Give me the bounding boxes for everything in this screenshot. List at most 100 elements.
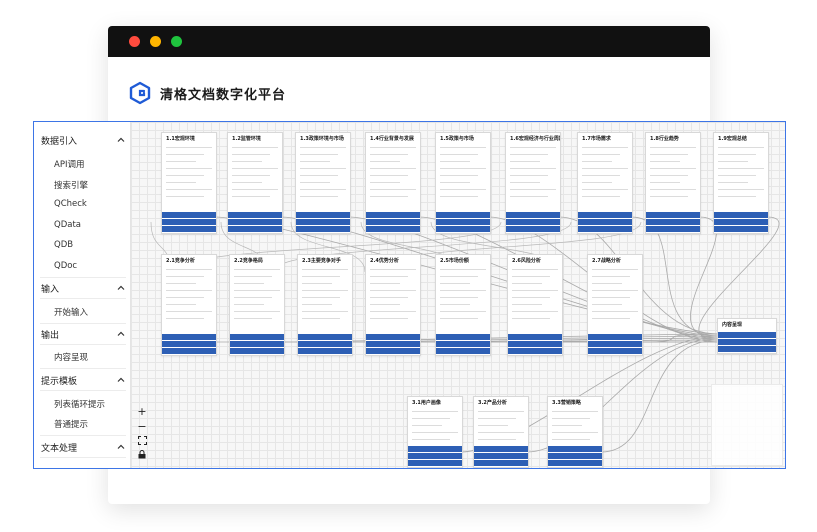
node-port-bar[interactable] [408,446,462,452]
node-port-bar[interactable] [508,348,562,354]
workflow-node[interactable]: 1.6宏观经济与行业周期与市场环境 [505,132,561,234]
workflow-node[interactable]: 1.1宏观环境 [161,132,217,234]
minimize-window-button[interactable] [150,36,161,47]
workflow-node[interactable]: 1.2监管环境 [227,132,283,234]
node-port-bar[interactable] [230,341,284,347]
node-port-bar[interactable] [588,334,642,340]
node-port-bar[interactable] [474,446,528,452]
maximize-window-button[interactable] [171,36,182,47]
node-port-bar[interactable] [228,226,282,232]
node-port-bar[interactable] [296,226,350,232]
workflow-node[interactable]: 2.3主要竞争对手 [297,254,353,356]
node-port-bar[interactable] [228,212,282,218]
node-port-bar[interactable] [162,341,216,347]
sidebar-item-search-engine[interactable]: 搜索引擎 [54,179,88,191]
node-port-bar[interactable] [436,348,490,354]
close-window-button[interactable] [129,36,140,47]
sidebar-section-data-import[interactable]: 数据引入 [41,132,125,148]
node-port-bar[interactable] [366,219,420,225]
sidebar-item-qdoc[interactable]: QDoc [54,261,77,271]
node-port-bar[interactable] [436,219,490,225]
node-port-bar[interactable] [436,212,490,218]
sidebar-section-input[interactable]: 输入 [41,280,125,296]
node-port-bar[interactable] [366,226,420,232]
workflow-node[interactable]: 3.3营销策略 [547,396,603,468]
node-port-bar[interactable] [436,226,490,232]
node-port-bar[interactable] [646,226,700,232]
workflow-node[interactable]: 1.3政策环境与市场 [295,132,351,234]
node-port-bar[interactable] [474,453,528,459]
node-port-bar[interactable] [230,334,284,340]
sidebar-section-output[interactable]: 输出 [41,326,125,342]
node-port-bar[interactable] [508,341,562,347]
workflow-node[interactable]: 2.2竞争格局 [229,254,285,356]
workflow-node[interactable]: 1.7市场需求 [577,132,633,234]
node-port-bar[interactable] [366,348,420,354]
workflow-node[interactable]: 2.5市场份额 [435,254,491,356]
sidebar-item-qdata[interactable]: QData [54,220,81,230]
node-port-bar[interactable] [298,334,352,340]
workflow-node[interactable]: 2.6风险分析 [507,254,563,356]
node-port-bar[interactable] [506,226,560,232]
workflow-node[interactable]: 1.4行业背景与发展 [365,132,421,234]
node-port-bar[interactable] [548,446,602,452]
node-port-bar[interactable] [548,453,602,459]
node-port-bar[interactable] [296,212,350,218]
node-port-bar[interactable] [162,219,216,225]
sidebar-item-qdb[interactable]: QDB [54,240,73,250]
node-port-bar[interactable] [646,219,700,225]
node-port-bar[interactable] [366,212,420,218]
node-port-bar[interactable] [508,334,562,340]
sidebar-item-api[interactable]: API调用 [54,158,84,170]
node-port-bar[interactable] [162,334,216,340]
node-port-bar[interactable] [296,219,350,225]
sidebar-item-normal-prompt[interactable]: 普通提示 [54,418,88,430]
workflow-node[interactable]: 2.7战略分析 [587,254,643,356]
zoom-out-button[interactable]: − [135,420,149,434]
node-port-bar[interactable] [366,334,420,340]
node-port-bar[interactable] [230,348,284,354]
sidebar-item-list-loop-prompt[interactable]: 列表循环提示 [54,398,105,410]
node-port-bar[interactable] [578,226,632,232]
node-port-bar[interactable] [548,460,602,466]
node-port-bar[interactable] [162,226,216,232]
node-port-bar[interactable] [718,346,776,352]
node-port-bar[interactable] [436,334,490,340]
sidebar-item-start-input[interactable]: 开始输入 [54,306,88,318]
node-port-bar[interactable] [714,226,768,232]
output-node[interactable]: 内容呈现 [717,318,777,354]
node-port-bar[interactable] [298,348,352,354]
node-port-bar[interactable] [366,341,420,347]
sidebar-section-text-processing[interactable]: 文本处理 [41,439,125,455]
workflow-canvas[interactable]: 1.1宏观环境 1.2监管环境 1.3政策环境与市场 1.4行业背景与发展 1.5政策与… [131,122,785,468]
workflow-node[interactable]: 1.5政策与市场 [435,132,491,234]
node-port-bar[interactable] [474,460,528,466]
zoom-in-button[interactable]: + [135,405,149,419]
node-port-bar[interactable] [408,453,462,459]
node-port-bar[interactable] [162,212,216,218]
workflow-node[interactable]: 3.2产品分析 [473,396,529,468]
workflow-node[interactable]: 1.8行业趋势 [645,132,701,234]
node-port-bar[interactable] [228,219,282,225]
node-port-bar[interactable] [506,219,560,225]
sidebar-item-qcheck[interactable]: QCheck [54,199,87,209]
node-port-bar[interactable] [436,341,490,347]
node-port-bar[interactable] [646,212,700,218]
node-port-bar[interactable] [718,339,776,345]
workflow-node[interactable]: 1.9宏观总结 [713,132,769,234]
node-port-bar[interactable] [714,212,768,218]
node-port-bar[interactable] [718,332,776,338]
node-port-bar[interactable] [588,341,642,347]
sidebar-section-prompt-templates[interactable]: 提示模板 [41,372,125,388]
node-port-bar[interactable] [506,212,560,218]
node-port-bar[interactable] [162,348,216,354]
node-port-bar[interactable] [578,219,632,225]
workflow-node[interactable]: 3.1用户画像 [407,396,463,468]
node-port-bar[interactable] [298,341,352,347]
workflow-node[interactable]: 2.1竞争分析 [161,254,217,356]
node-port-bar[interactable] [578,212,632,218]
fit-view-button[interactable] [135,435,149,449]
workflow-node[interactable]: 2.4优势分析 [365,254,421,356]
sidebar-item-content-display[interactable]: 内容呈现 [54,351,88,363]
node-port-bar[interactable] [408,460,462,466]
